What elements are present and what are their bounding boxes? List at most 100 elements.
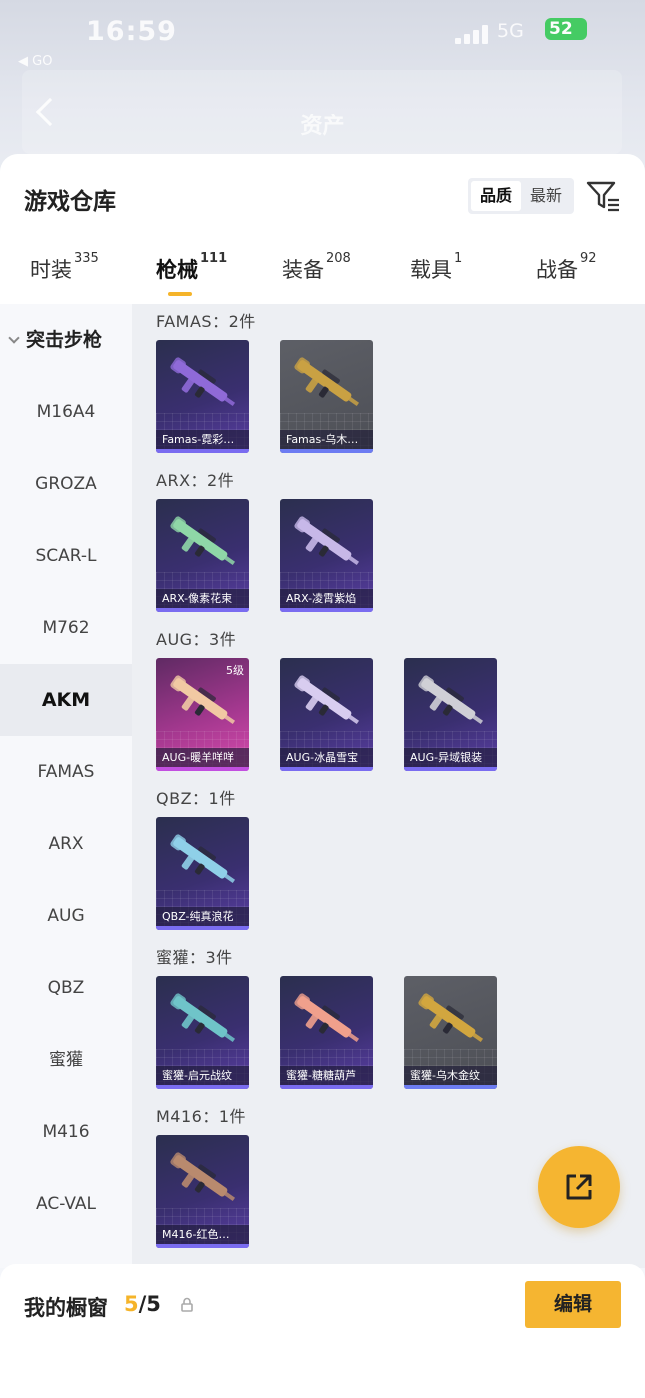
card-name: 蜜獾-乌木金纹 — [404, 1066, 497, 1085]
card-rarity-bar — [280, 608, 373, 612]
rifle-icon — [418, 993, 484, 1043]
sidebar-item[interactable]: AKM — [0, 664, 132, 736]
showcase-bar: 我的橱窗 5/5 编辑 — [0, 1264, 645, 1398]
weapon-list: FAMAS：2件 Famas-霓彩… Famas-乌木… ARX：2件 ARX-像素花束… — [132, 304, 645, 1268]
app-title: 资产 — [300, 114, 345, 139]
sidebar-item[interactable]: AC-VAL — [0, 1168, 132, 1240]
weapon-card[interactable]: 蜜獾-乌木金纹 — [404, 976, 497, 1089]
card-name: M416-红色… — [156, 1225, 249, 1244]
sort-toggle: 品质 最新 — [468, 178, 574, 214]
rifle-icon — [170, 834, 236, 884]
card-name: ARX-凌霄紫焰 — [280, 589, 373, 608]
background-header: 16:59 ◀ GO 5G 52 资产 — [0, 0, 645, 170]
weapon-card[interactable]: Famas-乌木… — [280, 340, 373, 453]
group-title: FAMAS：2件 — [156, 312, 256, 331]
weapon-card[interactable]: M416-红色… — [156, 1135, 249, 1248]
sidebar-item[interactable]: FAMAS — [0, 736, 132, 808]
card-rarity-bar — [280, 449, 373, 453]
tab-count: 111 — [200, 251, 228, 266]
sidebar-item[interactable]: M762 — [0, 592, 132, 664]
weapon-card[interactable]: 蜜獾-启元战纹 — [156, 976, 249, 1089]
rifle-icon — [170, 357, 236, 407]
rifle-icon — [294, 993, 360, 1043]
sidebar-item[interactable]: GROZA — [0, 448, 132, 520]
tab-count: 208 — [326, 251, 351, 266]
tab-label: 装备 — [282, 258, 324, 282]
card-rarity-bar — [156, 1085, 249, 1089]
group-title: AUG：3件 — [156, 630, 237, 649]
card-name: ARX-像素花束 — [156, 589, 249, 608]
status-bar: 16:59 ◀ GO 5G 52 — [0, 16, 645, 69]
rifle-icon — [170, 1152, 236, 1202]
sidebar-item[interactable]: SCAR-L — [0, 520, 132, 592]
edit-button[interactable]: 编辑 — [525, 1281, 621, 1328]
weapon-card[interactable]: AUG-异域银装 — [404, 658, 497, 771]
tab-fashion[interactable]: 时装 335 — [30, 251, 99, 284]
sidebar-category-assault-rifle[interactable]: 突击步枪 — [0, 304, 132, 376]
sidebar-item[interactable]: QBZ — [0, 952, 132, 1024]
card-rarity-bar — [156, 449, 249, 453]
filter-icon[interactable] — [586, 180, 620, 212]
weapon-card[interactable]: 蜜獾-糖糖葫芦 — [280, 976, 373, 1089]
card-rarity-bar — [156, 767, 249, 771]
card-name: 蜜獾-糖糖葫芦 — [280, 1066, 373, 1085]
weapon-card[interactable]: ARX-像素花束 — [156, 499, 249, 612]
rifle-icon — [170, 516, 236, 566]
card-rarity-bar — [156, 1244, 249, 1248]
tab-count: 1 — [454, 251, 463, 266]
sidebar-item[interactable]: M416 — [0, 1096, 132, 1168]
tab-label: 战备 — [536, 258, 578, 282]
group-title: ARX：2件 — [156, 471, 235, 490]
weapon-card[interactable]: Famas-霓彩… — [156, 340, 249, 453]
sort-quality-button[interactable]: 品质 — [471, 181, 521, 211]
card-name: Famas-乌木… — [280, 430, 373, 449]
card-rarity-bar — [280, 1085, 373, 1089]
card-rarity-bar — [156, 926, 249, 930]
sidebar-item[interactable]: M16A4 — [0, 376, 132, 448]
card-name: AUG-冰晶雪宝 — [280, 748, 373, 767]
tab-battle-gear[interactable]: 战备 92 — [536, 251, 597, 284]
sidebar-item[interactable]: 蜜獾 — [0, 1024, 132, 1096]
showcase-title: 我的橱窗 — [24, 1296, 108, 1320]
card-name: AUG-暖羊咩咩 — [156, 748, 249, 767]
sheet-title: 游戏仓库 — [24, 189, 116, 215]
sort-newest-button[interactable]: 最新 — [521, 181, 571, 211]
rifle-icon — [170, 993, 236, 1043]
weapon-card[interactable]: ARX-凌霄紫焰 — [280, 499, 373, 612]
card-rarity-bar — [404, 767, 497, 771]
showcase-count: 5/5 — [124, 1292, 161, 1316]
weapon-card[interactable]: AUG-冰晶雪宝 — [280, 658, 373, 771]
card-name: Famas-霓彩… — [156, 430, 249, 449]
chevron-down-icon — [8, 332, 20, 344]
group-title: 蜜獾：3件 — [156, 948, 233, 967]
showcase-current: 5 — [124, 1292, 139, 1316]
tab-count: 92 — [580, 251, 597, 266]
card-rarity-bar — [404, 1085, 497, 1089]
tab-vehicles[interactable]: 载具 1 — [410, 251, 463, 284]
rifle-icon — [294, 675, 360, 725]
tab-count: 335 — [74, 251, 99, 266]
showcase-total: /5 — [138, 1292, 161, 1316]
sidebar-item[interactable]: AUG — [0, 880, 132, 952]
battery-icon: 52 — [545, 18, 587, 40]
card-rarity-bar — [156, 608, 249, 612]
weapon-card[interactable]: 5级 AUG-暖羊咩咩 — [156, 658, 249, 771]
signal-icon — [455, 24, 491, 44]
rifle-icon — [170, 675, 236, 725]
card-name: AUG-异域银装 — [404, 748, 497, 767]
rifle-icon — [418, 675, 484, 725]
tab-firearms[interactable]: 枪械 111 — [156, 251, 228, 284]
tab-equipment[interactable]: 装备 208 — [282, 251, 351, 284]
active-tab-indicator — [168, 292, 192, 296]
weapon-card[interactable]: QBZ-纯真浪花 — [156, 817, 249, 930]
group-title: M416：1件 — [156, 1107, 247, 1126]
sheet-header: 游戏仓库 品质 最新 时装 335 枪械 111 装备 208 载具 1 战备 … — [0, 154, 645, 304]
weapon-sidebar: 突击步枪 M16A4 GROZA SCAR-L M762 AKM FAMAS ARX AUG Q… — [0, 304, 132, 1268]
sidebar-category-label: 突击步枪 — [26, 329, 103, 351]
lock-icon — [181, 1297, 193, 1312]
sidebar-item[interactable]: ARX — [0, 808, 132, 880]
back-to-app[interactable]: ◀ GO — [18, 54, 52, 69]
tab-label: 时装 — [30, 258, 72, 282]
share-button[interactable] — [538, 1146, 620, 1228]
rifle-icon — [294, 516, 360, 566]
